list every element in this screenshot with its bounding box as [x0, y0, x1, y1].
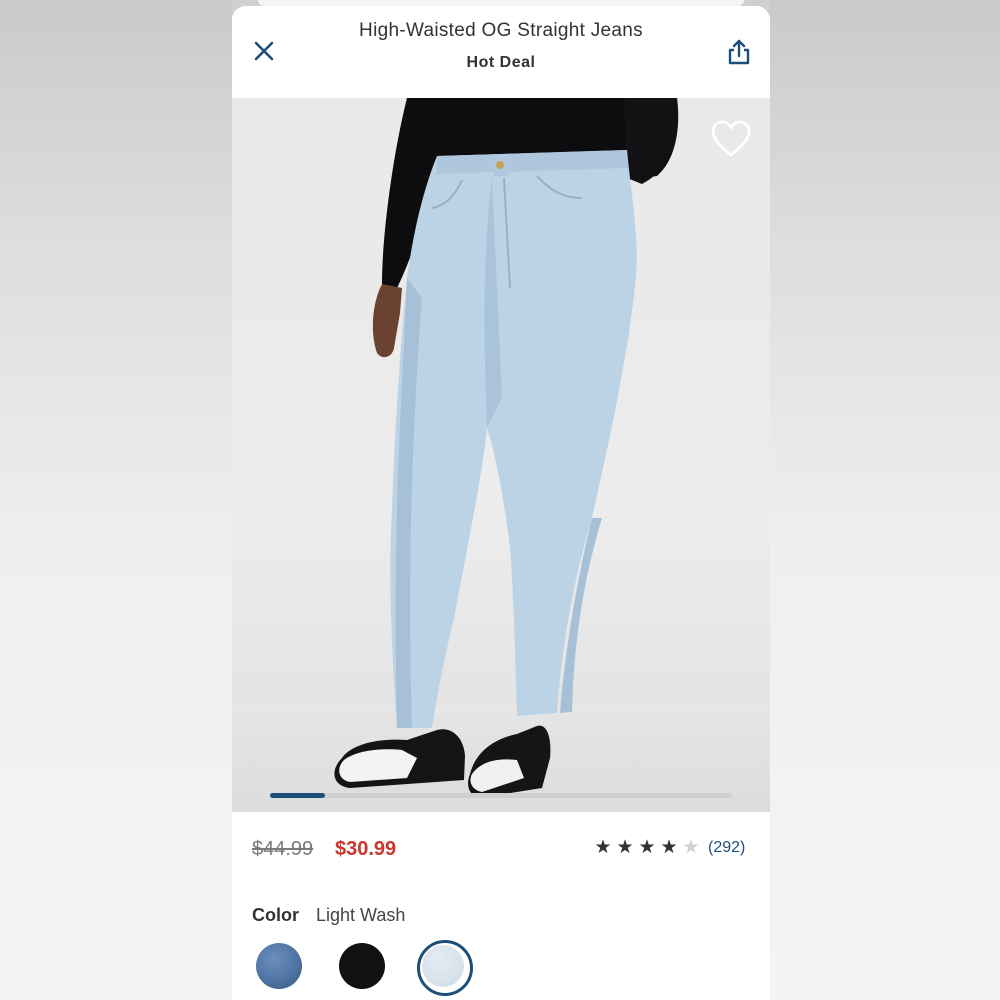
background-right — [770, 0, 1000, 1000]
share-icon — [728, 39, 750, 65]
color-swatch-medium-wash[interactable] — [256, 943, 302, 989]
modal-header: High-Waisted OG Straight Jeans Hot Deal — [232, 6, 770, 98]
star-filled-icon: ★ — [594, 837, 612, 858]
color-swatch-light-wash[interactable] — [422, 945, 464, 987]
sale-price: $30.99 — [335, 838, 397, 860]
star-filled-icon: ★ — [638, 837, 656, 858]
selected-color-name: Light Wash — [316, 905, 406, 925]
star-empty-icon: ★ — [682, 837, 700, 858]
original-price: $44.99 — [252, 838, 314, 860]
share-button[interactable] — [726, 37, 752, 67]
review-count-link[interactable]: (292) — [708, 839, 745, 857]
product-subtitle: Hot Deal — [466, 54, 536, 71]
rating-stars[interactable]: ★ ★ ★ ★ ★ — [594, 838, 700, 858]
close-icon — [254, 41, 274, 61]
carousel-progress-track[interactable] — [270, 793, 732, 798]
color-swatch-black[interactable] — [339, 943, 385, 989]
heart-outline-icon — [711, 120, 751, 157]
price-rating-row: $44.99 $30.99 ★ ★ ★ ★ ★ (292) — [232, 812, 770, 882]
background-left — [0, 0, 232, 1000]
close-button[interactable] — [250, 37, 278, 65]
product-image[interactable] — [232, 98, 770, 812]
product-modal: High-Waisted OG Straight Jeans Hot Deal — [232, 6, 770, 1000]
color-label: Color — [252, 905, 299, 925]
section-divider — [232, 882, 770, 890]
star-filled-icon: ★ — [660, 837, 678, 858]
star-filled-icon: ★ — [616, 837, 634, 858]
carousel-progress-indicator — [270, 793, 326, 798]
product-photo — [334, 98, 679, 798]
product-title: High-Waisted OG Straight Jeans — [359, 20, 643, 41]
favorite-button[interactable] — [710, 120, 752, 158]
